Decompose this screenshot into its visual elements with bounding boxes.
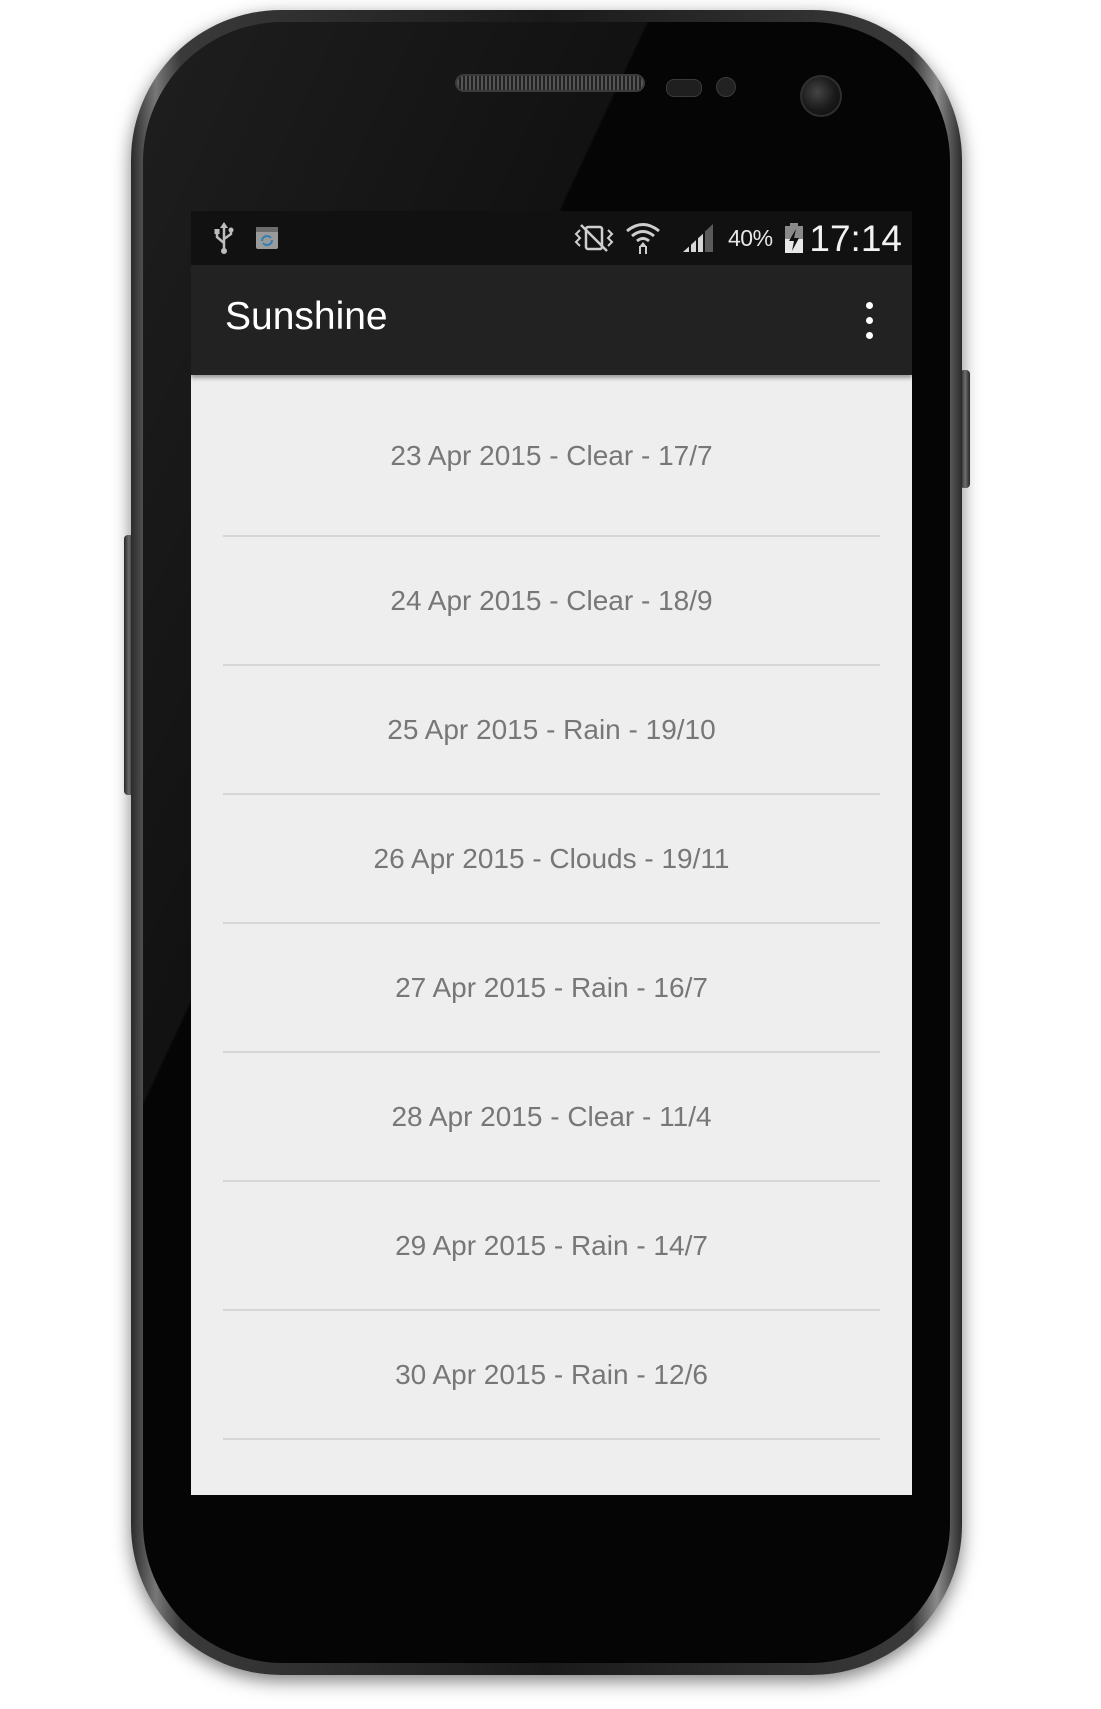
light-sensor <box>716 77 736 97</box>
app-title: Sunshine <box>225 295 388 338</box>
front-camera <box>800 75 842 117</box>
signal-icon <box>679 211 717 265</box>
status-bar: 40% 17:14 <box>191 211 912 265</box>
usb-icon <box>211 211 237 265</box>
status-clock: 17:14 <box>809 218 902 259</box>
app-screen: 40% 17:14 Sunshine 23 Apr 2015 - Clear -… <box>191 211 912 1495</box>
overflow-menu-icon[interactable] <box>854 295 884 345</box>
list-item[interactable]: 29 Apr 2015 - Rain - 14/7 <box>223 1182 880 1311</box>
proximity-sensor <box>666 79 702 97</box>
wifi-icon <box>623 211 663 265</box>
list-item[interactable]: 30 Apr 2015 - Rain - 12/6 <box>223 1311 880 1440</box>
sync-notification-icon <box>254 211 280 265</box>
battery-charging-icon <box>781 211 807 265</box>
list-item[interactable]: 24 Apr 2015 - Clear - 18/9 <box>223 537 880 666</box>
battery-percent: 40% <box>728 225 773 251</box>
list-item[interactable]: 25 Apr 2015 - Rain - 19/10 <box>223 666 880 795</box>
list-item[interactable]: 28 Apr 2015 - Clear - 11/4 <box>223 1053 880 1182</box>
list-item[interactable]: 27 Apr 2015 - Rain - 16/7 <box>223 924 880 1053</box>
action-bar: Sunshine <box>191 265 912 375</box>
forecast-list[interactable]: 23 Apr 2015 - Clear - 17/7 24 Apr 2015 -… <box>191 375 912 1440</box>
overflow-dot <box>865 316 873 324</box>
overflow-dot <box>865 331 873 339</box>
list-item[interactable]: 23 Apr 2015 - Clear - 17/7 <box>223 375 880 537</box>
list-item[interactable]: 26 Apr 2015 - Clouds - 19/11 <box>223 795 880 924</box>
overflow-dot <box>865 301 873 309</box>
earpiece-speaker <box>455 74 645 92</box>
device-mockup: 40% 17:14 Sunshine 23 Apr 2015 - Clear -… <box>0 0 1101 1709</box>
vibrate-icon <box>571 211 617 265</box>
